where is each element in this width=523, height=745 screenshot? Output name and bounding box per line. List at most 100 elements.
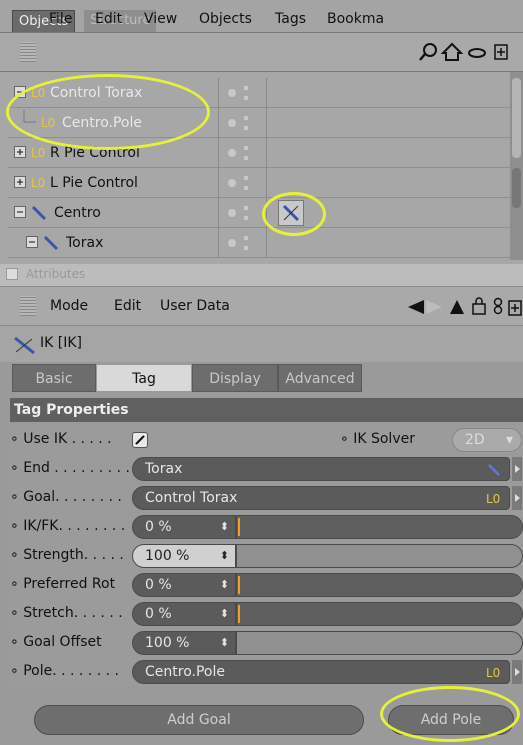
null-object-icon: L0 (486, 492, 500, 506)
strength-value: 100 % (145, 548, 190, 564)
use-ik-row: ∘ Use IK . . . . . ∘ IK Solver 2D ▾ (10, 426, 523, 454)
stepper-icon[interactable]: ⬍ (220, 603, 229, 625)
preferred-rot-label: ∘ Preferred Rot (10, 576, 116, 592)
tag-title-bar: IK [IK] (0, 326, 523, 362)
null-object-icon: L0 (31, 176, 45, 190)
goal-text: Goal. . . . . . . . (23, 489, 122, 505)
slider-marker (238, 605, 240, 623)
use-ik-label: ∘ Use IK . . . . . (10, 431, 112, 447)
stretch-slider[interactable] (236, 602, 523, 626)
pole-row: ∘ Pole. . . . . . . . Centro.Pole L0 (10, 658, 523, 686)
new-window-icon[interactable] (492, 40, 510, 64)
use-ik-checkbox[interactable] (132, 432, 148, 448)
chain-icon[interactable] (492, 296, 504, 320)
expand-icon[interactable] (14, 176, 26, 188)
joint-icon (43, 235, 59, 251)
stretch-input[interactable]: 0 % ⬍ (132, 602, 236, 626)
preferred-rot-input[interactable]: 0 % ⬍ (132, 573, 236, 597)
menu-objects[interactable]: Objects (199, 11, 252, 27)
ik-solver-dropdown[interactable]: 2D ▾ (452, 428, 522, 452)
add-goal-button[interactable]: Add Goal (34, 705, 364, 735)
pole-label: ∘ Pole. . . . . . . . (10, 663, 119, 679)
tab-tag[interactable]: Tag (96, 364, 192, 392)
object-name: L Pie Control (50, 175, 138, 191)
tab-display[interactable]: Display (192, 364, 278, 392)
list-item[interactable]: Centro (8, 198, 512, 228)
cinema4d-panel: Objects Structure File Edit View Objects… (0, 0, 523, 745)
pole-link-field[interactable]: Centro.Pole L0 (132, 660, 510, 684)
highlight-circle (380, 686, 520, 742)
goal-label: ∘ Goal. . . . . . . . (10, 489, 122, 505)
menu-user-data[interactable]: User Data (160, 298, 230, 314)
end-arrow-button[interactable] (512, 457, 522, 481)
grip-handle[interactable] (20, 296, 36, 316)
chevron-down-icon: ▾ (505, 432, 513, 448)
ikfk-slider[interactable] (236, 515, 523, 539)
collapse-icon[interactable] (26, 236, 38, 248)
list-item[interactable]: L0 L Pie Control (8, 168, 512, 198)
attributes-checkbox[interactable] (6, 268, 18, 280)
stretch-value: 0 % (145, 606, 172, 622)
goal-offset-slider[interactable] (236, 631, 523, 655)
goal-offset-value: 100 % (145, 635, 190, 651)
menu-view[interactable]: View (144, 11, 177, 27)
end-link-field[interactable]: Torax (132, 457, 510, 481)
pole-text: Pole. . . . . . . . (23, 663, 119, 679)
ikfk-input[interactable]: 0 % ⬍ (132, 515, 236, 539)
link-icon[interactable] (466, 40, 488, 64)
menu-edit[interactable]: Edit (95, 11, 122, 27)
back-arrow-icon[interactable] (406, 298, 444, 320)
stepper-icon[interactable]: ⬍ (220, 574, 229, 596)
ik-tag-icon (14, 336, 35, 355)
goal-offset-input[interactable]: 100 % ⬍ (132, 631, 236, 655)
strength-row: ∘ Strength. . . . . 100 % ⬍ (10, 542, 523, 570)
menu-tags[interactable]: Tags (275, 11, 306, 27)
object-name: Torax (66, 235, 104, 251)
object-name: Centro (54, 205, 101, 221)
preferred-rot-value: 0 % (145, 577, 172, 593)
search-icon[interactable] (416, 40, 440, 64)
use-ik-text: Use IK . . . . . (23, 431, 112, 447)
attributes-header: Attributes (0, 264, 523, 286)
stretch-label: ∘ Stretch. . . . . . (10, 605, 123, 621)
strength-slider[interactable] (236, 544, 523, 568)
grip-handle[interactable] (20, 42, 36, 62)
end-label: ∘ End . . . . . . . . . (10, 460, 130, 476)
stretch-row: ∘ Stretch. . . . . . 0 % ⬍ (10, 600, 523, 628)
list-item[interactable]: Torax (8, 228, 512, 258)
end-text: End . . . . . . . . . (23, 460, 130, 476)
goal-arrow-button[interactable] (512, 486, 522, 510)
pole-value: Centro.Pole (145, 664, 225, 680)
menu-file[interactable]: File (49, 11, 72, 27)
svg-text:L0: L0 (486, 666, 500, 680)
svg-text:L0: L0 (31, 146, 45, 160)
tag-title: IK [IK] (40, 335, 82, 351)
preferred-rot-slider[interactable] (236, 573, 523, 597)
tab-basic[interactable]: Basic (12, 364, 96, 392)
goal-link-field[interactable]: Control Torax L0 (132, 486, 510, 510)
stretch-text: Stretch. . . . . . (23, 605, 123, 621)
svg-text:L0: L0 (486, 492, 500, 506)
stepper-icon[interactable]: ⬍ (220, 632, 229, 654)
scrollbar[interactable] (510, 72, 523, 260)
joint-icon (488, 464, 500, 476)
goal-row: ∘ Goal. . . . . . . . Control Torax L0 (10, 484, 523, 512)
null-object-icon: L0 (31, 146, 45, 160)
lock-icon[interactable] (470, 296, 488, 320)
new-window-icon[interactable] (508, 296, 522, 320)
menu-edit[interactable]: Edit (114, 298, 141, 314)
strength-label: ∘ Strength. . . . . (10, 547, 124, 563)
up-arrow-icon[interactable] (448, 298, 466, 320)
pole-arrow-button[interactable] (512, 660, 522, 684)
stepper-icon[interactable]: ⬍ (220, 545, 229, 567)
home-icon[interactable] (440, 40, 464, 64)
attribute-tabs: Basic Tag Display Advanced (12, 364, 362, 392)
strength-input[interactable]: 100 % ⬍ (132, 544, 236, 568)
expand-icon[interactable] (14, 146, 26, 158)
stepper-icon[interactable]: ⬍ (220, 516, 229, 538)
menu-mode[interactable]: Mode (50, 298, 88, 314)
slider-marker (238, 518, 240, 536)
menu-bookmarks[interactable]: Bookma (327, 11, 384, 27)
tab-advanced[interactable]: Advanced (278, 364, 362, 392)
collapse-icon[interactable] (14, 206, 26, 218)
